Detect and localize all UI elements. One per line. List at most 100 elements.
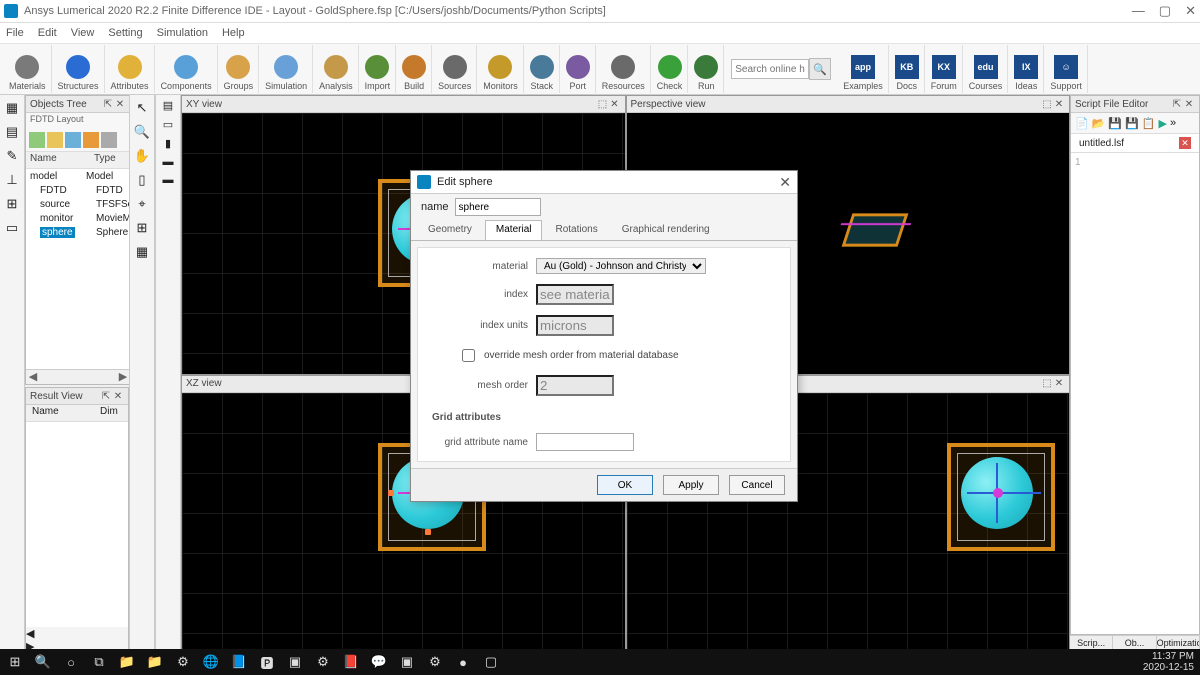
close-tab-icon[interactable]: ✕ xyxy=(1179,137,1191,149)
pin-icon[interactable]: ⇱ xyxy=(100,391,112,402)
taskbar-icon-8[interactable]: 📘 xyxy=(230,653,248,671)
pin-icon[interactable]: ⇱ xyxy=(1171,99,1183,110)
close-view-icon[interactable]: ✕ xyxy=(609,99,621,110)
result-col-name[interactable]: Name xyxy=(26,405,94,421)
minimize-button[interactable]: — xyxy=(1132,3,1145,19)
bot-tool-1[interactable]: ▭ xyxy=(163,118,173,131)
taskbar-icon-7[interactable]: 🌐 xyxy=(202,653,220,671)
dialog-name-input[interactable] xyxy=(455,198,541,216)
close-panel-icon[interactable]: ✕ xyxy=(114,99,126,110)
ribbon-build[interactable]: Build xyxy=(397,45,432,93)
new-file-icon[interactable]: 📄 xyxy=(1075,117,1089,130)
menu-help[interactable]: Help xyxy=(222,27,245,39)
taskbar-icon-12[interactable]: 📕 xyxy=(342,653,360,671)
ribbon-materials[interactable]: Materials xyxy=(4,45,52,93)
ribbon-monitors[interactable]: Monitors xyxy=(478,45,524,93)
ribbon-analysis[interactable]: Analysis xyxy=(314,45,359,93)
more-icon[interactable]: » xyxy=(1170,117,1176,129)
taskbar-icon-17[interactable]: ▢ xyxy=(482,653,500,671)
ribbon-attributes[interactable]: Attributes xyxy=(106,45,155,93)
maximize-button[interactable]: ▢ xyxy=(1159,3,1171,19)
taskbar-icon-11[interactable]: ⚙ xyxy=(314,653,332,671)
taskbar-date[interactable]: 2020-12-15 xyxy=(1143,662,1194,673)
top-tool-1[interactable]: ▤ xyxy=(3,123,21,141)
help-docs[interactable]: KBDocs xyxy=(890,45,925,93)
ribbon-resources[interactable]: Resources xyxy=(597,45,651,93)
taskbar-icon-2[interactable]: ○ xyxy=(62,653,80,671)
menu-view[interactable]: View xyxy=(71,27,95,39)
ribbon-check[interactable]: Check xyxy=(652,45,689,93)
ribbon-port[interactable]: Port xyxy=(561,45,596,93)
col-name[interactable]: Name xyxy=(26,152,90,168)
tree-tool-icon[interactable] xyxy=(83,132,99,148)
open-file-icon[interactable]: 📂 xyxy=(1092,117,1106,130)
help-courses[interactable]: eduCourses xyxy=(964,45,1009,93)
top-tool-5[interactable]: ▭ xyxy=(3,219,21,237)
mid-tool-1[interactable]: 🔍 xyxy=(133,123,151,141)
bot-tool-3[interactable]: ▬ xyxy=(163,156,174,168)
search-input[interactable] xyxy=(731,59,809,79)
bot-tool-2[interactable]: ▮ xyxy=(165,137,171,150)
tree-tool-icon[interactable] xyxy=(65,132,81,148)
dialog-tab-geometry[interactable]: Geometry xyxy=(417,220,483,240)
tree-row-source[interactable]: sourceTFSFSourc xyxy=(26,197,130,211)
close-panel-icon[interactable]: ✕ xyxy=(1183,99,1195,110)
taskbar-icon-14[interactable]: ▣ xyxy=(398,653,416,671)
help-ideas[interactable]: IXIdeas xyxy=(1009,45,1044,93)
col-type[interactable]: Type xyxy=(90,152,120,168)
search-button[interactable]: 🔍 xyxy=(809,58,831,80)
top-tool-3[interactable]: ⊥ xyxy=(3,171,21,189)
tree-row-monitor[interactable]: monitorMovieMon xyxy=(26,211,130,225)
copy-icon[interactable]: 📋 xyxy=(1142,117,1156,130)
tree-row-FDTD[interactable]: FDTDFDTD xyxy=(26,183,130,197)
taskbar-icon-3[interactable]: ⧉ xyxy=(90,653,108,671)
mid-tool-4[interactable]: ⌖ xyxy=(133,195,151,213)
menu-edit[interactable]: Edit xyxy=(38,27,57,39)
float-icon[interactable]: ⬚ xyxy=(1041,99,1053,110)
help-forum[interactable]: KXForum xyxy=(926,45,963,93)
taskbar-icon-15[interactable]: ⚙ xyxy=(426,653,444,671)
close-button[interactable]: ✕ xyxy=(1185,3,1196,19)
dialog-tab-material[interactable]: Material xyxy=(485,220,543,240)
help-support[interactable]: ☺Support xyxy=(1045,45,1088,93)
mid-tool-5[interactable]: ⊞ xyxy=(133,219,151,237)
run-icon[interactable]: ▶ xyxy=(1159,117,1167,130)
save-all-icon[interactable]: 💾 xyxy=(1125,117,1139,130)
taskbar-icon-5[interactable]: 📁 xyxy=(146,653,164,671)
cancel-button[interactable]: Cancel xyxy=(729,475,785,495)
mid-tool-3[interactable]: ▯ xyxy=(133,171,151,189)
tree-tool-icon[interactable] xyxy=(29,132,45,148)
menu-setting[interactable]: Setting xyxy=(108,27,142,39)
close-view-icon[interactable]: ✕ xyxy=(1053,378,1065,389)
tree-row-sphere[interactable]: sphereSphere xyxy=(26,225,130,239)
taskbar-time[interactable]: 11:37 PM xyxy=(1143,651,1194,662)
menu-file[interactable]: File xyxy=(6,27,24,39)
result-col-dim[interactable]: Dim xyxy=(94,405,124,421)
mid-tool-2[interactable]: ✋ xyxy=(133,147,151,165)
taskbar-icon-1[interactable]: 🔍 xyxy=(34,653,52,671)
top-tool-2[interactable]: ✎ xyxy=(3,147,21,165)
tree-tool-icon[interactable] xyxy=(47,132,63,148)
taskbar-icon-4[interactable]: 📁 xyxy=(118,653,136,671)
top-tool-4[interactable]: ⊞ xyxy=(3,195,21,213)
script-tab[interactable]: untitled.lsf ✕ xyxy=(1071,134,1199,153)
pin-icon[interactable]: ⇱ xyxy=(102,99,114,110)
material-select[interactable]: Au (Gold) - Johnson and Christy xyxy=(536,258,706,274)
dialog-close-icon[interactable]: ✕ xyxy=(779,174,791,191)
ribbon-run[interactable]: Run xyxy=(689,45,724,93)
taskbar-icon-0[interactable]: ⊞ xyxy=(6,653,24,671)
apply-button[interactable]: Apply xyxy=(663,475,719,495)
ribbon-import[interactable]: Import xyxy=(360,45,397,93)
save-icon[interactable]: 💾 xyxy=(1108,117,1122,130)
float-icon[interactable]: ⬚ xyxy=(1041,378,1053,389)
float-icon[interactable]: ⬚ xyxy=(597,99,609,110)
tree-tool-icon[interactable] xyxy=(101,132,117,148)
scroll-right-icon[interactable]: ▶ xyxy=(116,370,130,384)
mid-tool-0[interactable]: ↖ xyxy=(133,99,151,117)
scroll-left-icon[interactable]: ◀ xyxy=(26,370,40,384)
close-view-icon[interactable]: ✕ xyxy=(1053,99,1065,110)
ribbon-groups[interactable]: Groups xyxy=(219,45,260,93)
dialog-tab-rotations[interactable]: Rotations xyxy=(544,220,608,240)
taskbar-icon-13[interactable]: 💬 xyxy=(370,653,388,671)
taskbar-icon-6[interactable]: ⚙ xyxy=(174,653,192,671)
